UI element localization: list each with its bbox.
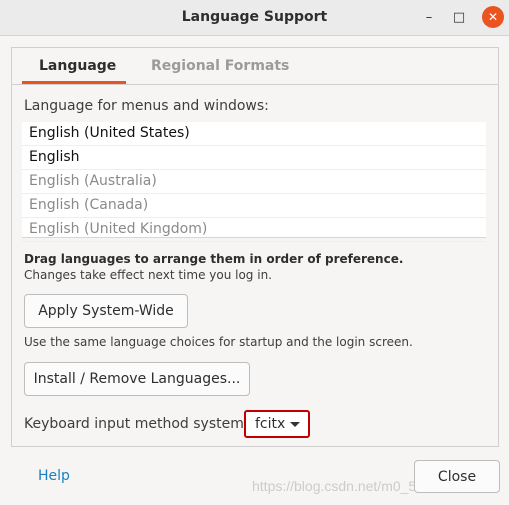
keyboard-input-value: fcitx [255, 416, 286, 432]
maximize-icon[interactable]: □ [448, 6, 470, 28]
list-item[interactable]: English (Canada) [22, 194, 486, 218]
list-item[interactable]: English [22, 146, 486, 170]
install-remove-languages-button[interactable]: Install / Remove Languages... [24, 362, 250, 396]
list-item[interactable]: English (United Kingdom) [22, 218, 486, 242]
minimize-icon[interactable]: – [418, 6, 440, 28]
language-section-label: Language for menus and windows: [24, 98, 269, 114]
tab-bar: Language Regional Formats [12, 48, 498, 85]
apply-system-wide-button[interactable]: Apply System-Wide [24, 294, 188, 328]
help-button[interactable]: Help [38, 468, 70, 484]
tab-language[interactable]: Language [39, 58, 116, 74]
apply-description: Use the same language choices for startu… [24, 335, 413, 349]
close-button[interactable]: Close [414, 460, 500, 493]
list-item[interactable]: English (United States) [22, 122, 486, 146]
drag-hint-bold: Drag languages to arrange them in order … [24, 252, 404, 266]
drag-hint: Changes take effect next time you log in… [24, 268, 272, 282]
keyboard-input-select[interactable]: fcitx [244, 410, 310, 438]
keyboard-input-label: Keyboard input method system: [24, 416, 249, 432]
title-bar: Language Support – □ ✕ [0, 0, 509, 36]
notebook-panel: Language Regional Formats Language for m… [11, 47, 499, 447]
close-window-icon[interactable]: ✕ [482, 6, 504, 28]
tab-regional-formats[interactable]: Regional Formats [151, 58, 289, 74]
active-tab-indicator [22, 81, 126, 84]
list-item[interactable]: English (Australia) [22, 170, 486, 194]
chevron-down-icon [290, 422, 300, 427]
language-list[interactable]: English (United States) English English … [22, 122, 486, 242]
